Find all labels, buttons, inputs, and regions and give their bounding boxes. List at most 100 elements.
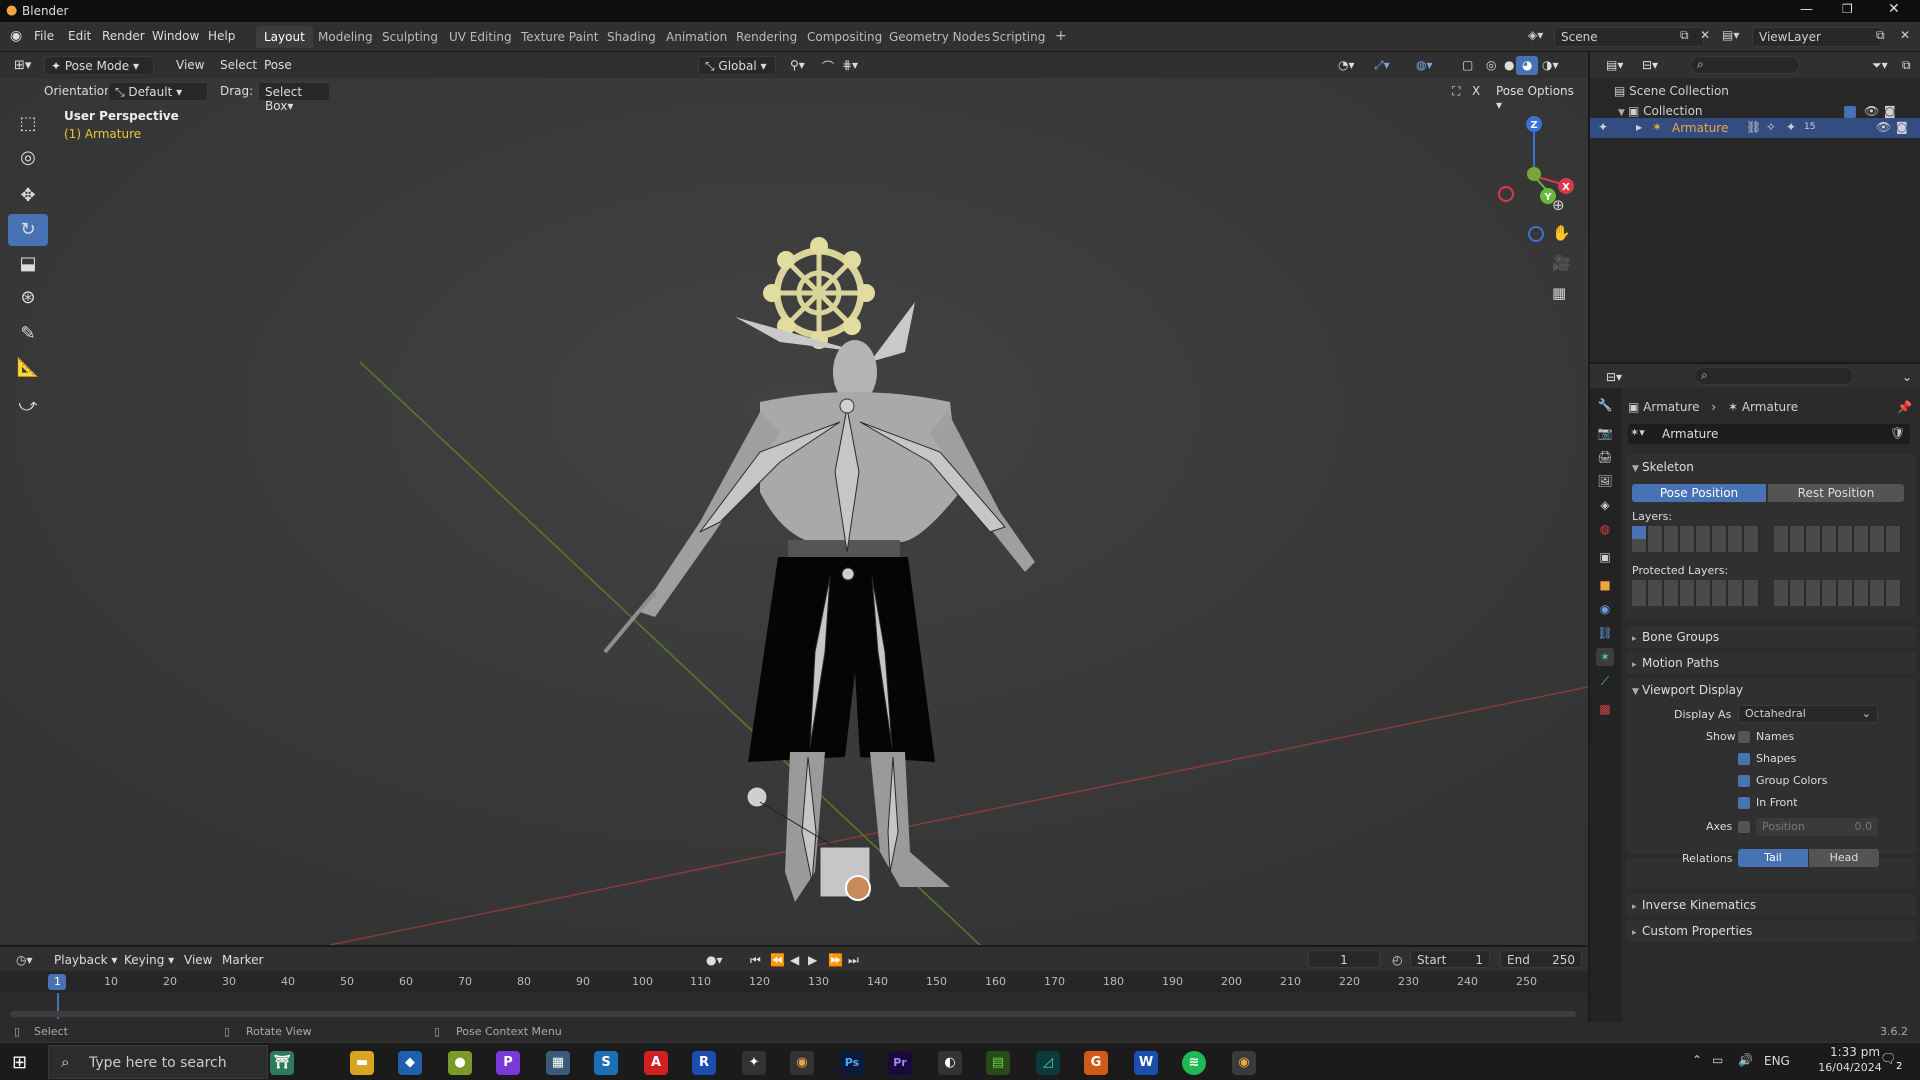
word-icon[interactable]: W [1134, 1051, 1158, 1075]
3d-cursor-icon[interactable] [845, 875, 871, 901]
tab-tool-icon[interactable]: 🔧 [1596, 396, 1614, 414]
pose-position-button[interactable]: Pose Position [1632, 484, 1766, 502]
tab-texture-icon[interactable]: ▩ [1596, 700, 1614, 718]
drag-dropdown[interactable]: Select Box▾ [258, 82, 330, 113]
keying-menu[interactable]: Keying ▾ [118, 951, 180, 970]
app-p-icon[interactable]: P [496, 1051, 520, 1075]
photoshop-icon[interactable]: Ps [840, 1051, 864, 1075]
current-frame-field[interactable]: 1 [1308, 950, 1380, 968]
timeline-menu-marker[interactable]: Marker [216, 951, 269, 970]
gizmo-y-neg[interactable] [1527, 167, 1541, 181]
app-g-icon[interactable]: G [1084, 1051, 1108, 1075]
scale-icon[interactable]: ⬓ [8, 248, 48, 280]
tab-object-icon[interactable]: ■ [1596, 576, 1614, 594]
tab-constraints-icon[interactable]: ⛓ [1596, 624, 1614, 642]
viewport-display-header[interactable]: ▼ Viewport Display [1632, 683, 1743, 697]
timeline-menu-view[interactable]: View [178, 951, 218, 970]
new-collection-icon[interactable]: ⧉ [1896, 56, 1917, 75]
add-workspace-icon[interactable]: + [1047, 24, 1075, 46]
end-frame-field[interactable]: End 250 [1500, 950, 1582, 968]
tab-physics-icon[interactable]: ◉ [1596, 600, 1614, 618]
menu-edit[interactable]: Edit [68, 29, 91, 43]
file-explorer-icon[interactable]: ▬ [350, 1051, 374, 1075]
gizmo-x-neg[interactable] [1498, 186, 1514, 202]
tree-collection[interactable]: ▼ ▣ Collection 👁 ◙ [1618, 104, 1918, 118]
overlay-toggle-icon[interactable]: ◍▾ [1410, 56, 1439, 75]
playback-menu[interactable]: Playback ▾ [48, 951, 123, 970]
layer-0-active[interactable] [1632, 526, 1646, 539]
tab-texture-paint[interactable]: Texture Paint [513, 26, 606, 48]
app-shield-icon[interactable]: ◆ [398, 1051, 422, 1075]
menu-help[interactable]: Help [208, 29, 235, 43]
tab-view-layer-icon[interactable]: 🖼 [1596, 472, 1614, 490]
mirror-x-icon[interactable]: X [1466, 82, 1486, 101]
scene-new-icon[interactable]: ⧉ [1680, 28, 1689, 43]
tab-modeling[interactable]: Modeling [310, 26, 381, 48]
zoom-icon[interactable]: ⊕ [1552, 196, 1565, 214]
scene-icon[interactable]: ◈▾ [1528, 28, 1543, 42]
obs-icon[interactable]: ◐ [938, 1051, 962, 1075]
app-ball-icon[interactable]: ● [448, 1051, 472, 1075]
in-front-checkbox[interactable] [1738, 797, 1750, 809]
timeline-editor-type-icon[interactable]: ◷▾ [10, 951, 39, 970]
viewlayer-remove-icon[interactable]: ✕ [1900, 28, 1910, 42]
display-mode-icon[interactable]: ⊟▾ [1636, 56, 1664, 75]
relations-tail-button[interactable]: Tail [1738, 849, 1808, 867]
blender-icon[interactable]: ◉ [790, 1051, 814, 1075]
tab-compositing[interactable]: Compositing [799, 26, 890, 48]
tree-scene-collection[interactable]: ▤ Scene Collection [1614, 84, 1729, 98]
cursor-icon[interactable]: ◎ [8, 142, 48, 174]
tab-armature-data-icon[interactable]: ✶ [1596, 648, 1614, 666]
display-as-dropdown[interactable]: Octahedral ⌄ [1738, 705, 1878, 723]
blender-menu-icon[interactable]: ◉ [10, 28, 22, 44]
axes-checkbox[interactable] [1738, 821, 1750, 833]
network-icon[interactable]: ▭ [1712, 1053, 1723, 1067]
tab-uv-editing[interactable]: UV Editing [441, 26, 520, 48]
tab-collection-icon[interactable]: ▣ [1596, 548, 1614, 566]
menu-view[interactable]: View [170, 56, 210, 75]
autocad-icon[interactable]: A [644, 1051, 668, 1075]
tab-layout[interactable]: Layout [256, 26, 313, 48]
transform-icon[interactable]: ⊛ [8, 282, 48, 314]
rotate-icon[interactable]: ↻ [8, 214, 48, 246]
bone-envelope-icon[interactable]: ⤻ [8, 390, 48, 422]
3d-viewport[interactable]: ⊞▾ ✦ Pose Mode ▾ View Select Pose ⤡ Glob… [0, 52, 1588, 945]
orientation-dropdown[interactable]: ⤡ Default ▾ [108, 82, 208, 101]
tab-render-icon[interactable]: 📷 [1596, 424, 1614, 442]
language-indicator[interactable]: ENG [1764, 1054, 1790, 1068]
scene-remove-icon[interactable]: ✕ [1700, 28, 1710, 42]
inverse-kinematics-panel[interactable]: ▸ Inverse Kinematics [1626, 894, 1916, 916]
tree-armature[interactable]: ✦ ▸ ✶ Armature ⛓ ✧ ✦ 15 👁 ◙ [1590, 118, 1920, 138]
tray-chevron-icon[interactable]: ⌃ [1692, 1053, 1702, 1067]
notification-icon[interactable]: 🗨 [1880, 1052, 1897, 1067]
gizmo-z-neg[interactable] [1528, 226, 1544, 242]
gizmo-toggle-icon[interactable]: ⤢▾ [1368, 56, 1396, 75]
jump-end-icon[interactable]: ⏭ [842, 951, 865, 970]
app-green-icon[interactable]: ▤ [986, 1051, 1010, 1075]
menu-file[interactable]: File [34, 29, 54, 43]
viewlayer-new-icon[interactable]: ⧉ [1876, 28, 1885, 43]
relations-head-button[interactable]: Head [1809, 849, 1879, 867]
tab-geometry-nodes[interactable]: Geometry Nodes [881, 26, 998, 48]
expand-arrow-icon[interactable]: ▼ [1618, 108, 1628, 118]
windows-start-icon[interactable]: ⊞ [12, 1052, 27, 1073]
revit-icon[interactable]: R [692, 1051, 716, 1075]
measure-icon[interactable]: 📐 [8, 352, 48, 384]
auto-keying-icon[interactable]: ●▾ [700, 951, 729, 970]
motion-paths-panel[interactable]: ▸ Motion Paths [1626, 652, 1916, 674]
xray-icon[interactable]: ▢ [1456, 56, 1479, 75]
tab-scripting[interactable]: Scripting [984, 26, 1053, 48]
menu-window[interactable]: Window [152, 29, 199, 43]
layers-grid-right[interactable] [1774, 526, 1902, 552]
premiere-icon[interactable]: Pr [888, 1051, 912, 1075]
viewlayer-selector[interactable]: ViewLayer [1752, 27, 1882, 47]
pelvis-joint[interactable] [841, 567, 855, 581]
tab-rendering[interactable]: Rendering [728, 26, 805, 48]
group-colors-checkbox[interactable] [1738, 775, 1750, 787]
menu-render[interactable]: Render [102, 29, 145, 43]
outliner-editor-type-icon[interactable]: ▤▾ [1600, 56, 1629, 75]
timeline-scrollbar[interactable] [10, 1011, 1576, 1017]
outliner-search-input[interactable]: ⌕ [1690, 56, 1800, 74]
restore-button[interactable]: ❐ [1842, 2, 1853, 16]
tab-animation[interactable]: Animation [658, 26, 735, 48]
